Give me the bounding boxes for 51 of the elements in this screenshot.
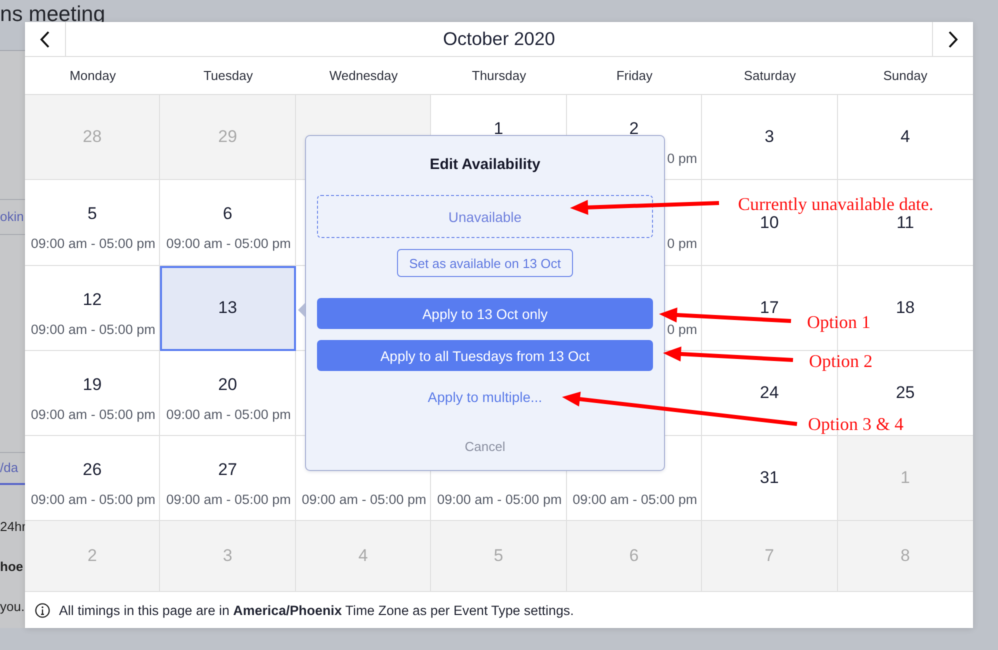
hours-text: 09:00 am - 05:00 pm <box>572 492 698 506</box>
page-title: ns meeting <box>0 1 106 27</box>
day-number: 20 <box>218 374 238 396</box>
weekday-label: Wednesday <box>329 68 398 83</box>
day-number: 5 <box>494 545 504 567</box>
hours-text: 0 pm <box>667 150 698 166</box>
day-number: 1 <box>494 118 504 140</box>
day-number: 2 <box>629 118 639 140</box>
callout-text: Option 2 <box>809 350 873 372</box>
weekday-label: Thursday <box>472 68 526 83</box>
hours-text: 09:00 am - 05:00 pm <box>166 406 291 422</box>
hours-text: 09:00 am - 05:00 pm <box>30 236 156 251</box>
day-number: 5 <box>87 203 97 225</box>
hours-text: 09:00 am - 05:00 pm <box>30 406 156 422</box>
day-number: 8 <box>900 545 910 567</box>
hours-text: 09:00 am - 05:00 pm <box>30 322 156 336</box>
callout-text: Currently unavailable date. <box>738 193 934 215</box>
hours-text: 0 pm <box>667 322 698 336</box>
day-number: 12 <box>82 288 102 310</box>
callout-text: Option 1 <box>807 311 871 333</box>
hours-text: 09:00 am - 05:00 pm <box>166 492 291 506</box>
weekday-label: Tuesday <box>203 68 253 83</box>
day-number: 2 <box>87 545 97 567</box>
day-number: 13 <box>218 297 238 319</box>
month-title: October 2020 <box>442 28 556 50</box>
weekday-label: Saturday <box>744 68 796 83</box>
weekday-label: Monday <box>70 68 116 83</box>
hours-text: 09:00 am - 05:00 pm <box>166 236 291 251</box>
form-text: you. <box>0 598 25 616</box>
popover-title: Edit Availability <box>430 155 540 175</box>
day-number: 6 <box>222 203 232 225</box>
form-text: hoe <box>0 558 24 576</box>
weekday-label: Sunday <box>883 68 928 83</box>
hours-text: 0 pm <box>667 236 698 251</box>
day-number: 6 <box>629 545 639 567</box>
day-number: 7 <box>764 545 774 567</box>
day-number: 4 <box>358 545 368 567</box>
timezone-note: All timings in this page are in America/Phoenix Time Zone as per Event Type settings. <box>59 602 574 618</box>
day-number: 26 <box>82 458 102 480</box>
hours-text: 09:00 am - 05:00 pm <box>437 492 562 506</box>
day-number: 1 <box>900 467 910 489</box>
day-number: 3 <box>222 545 232 567</box>
hours-text: 09:00 am - 05:00 pm <box>302 492 426 506</box>
weekday-label: Friday <box>616 68 652 83</box>
hours-text: 09:00 am - 05:00 pm <box>30 492 156 506</box>
day-number: 27 <box>218 458 238 480</box>
callout-text: Option 3 & 4 <box>808 413 904 435</box>
day-number: 28 <box>82 126 102 148</box>
day-number: 29 <box>218 126 238 148</box>
form-text: 24hr <box>0 518 26 536</box>
day-number: 19 <box>82 374 102 396</box>
